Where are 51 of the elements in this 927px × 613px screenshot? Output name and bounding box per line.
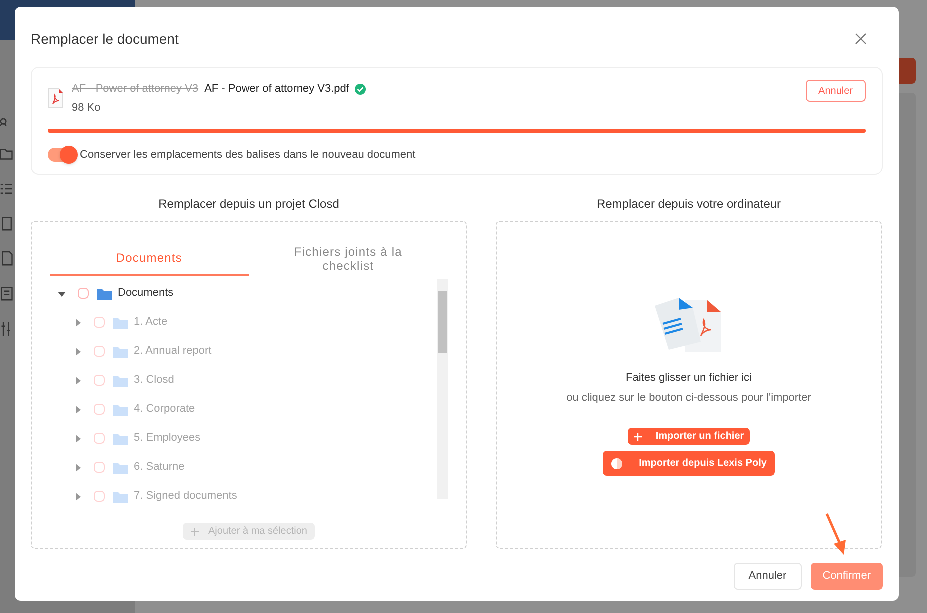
checkbox[interactable]: [94, 375, 105, 386]
checkbox[interactable]: [78, 288, 89, 299]
folder-icon: [113, 404, 128, 416]
section-heading: Remplacer depuis un projet Closd: [158, 196, 340, 213]
folder-name[interactable]: 1. Acte: [134, 314, 168, 331]
sidebar-icon[interactable]: [0, 285, 14, 303]
folder-name[interactable]: 4. Corporate: [134, 401, 196, 418]
toggle-label: Conserver les emplacements des balises dans le nouveau document: [80, 148, 416, 163]
folder-icon: [113, 490, 128, 502]
tab[interactable]: Fichiers joints à la checklist: [248, 242, 448, 276]
folder-name[interactable]: 6. Saturne: [134, 459, 185, 476]
file-size: 98 Ko: [72, 100, 102, 116]
checkbox[interactable]: [94, 491, 105, 502]
folder-name[interactable]: Documents: [118, 285, 174, 302]
cancel-upload-button[interactable]: Annuler: [806, 80, 866, 102]
plus-icon: [190, 528, 199, 536]
checkbox[interactable]: [94, 346, 105, 357]
lexis-import-button[interactable]: Importer depuis Lexis Poly: [603, 451, 775, 476]
caret-icon[interactable]: [58, 290, 66, 298]
new-file-name: AF - Power of attorney V3.pdf: [204, 82, 350, 97]
lexis-logo-icon: [611, 458, 624, 470]
sidebar-icon[interactable]: [0, 250, 14, 268]
drop-title: Faites glisser un fichier ici: [626, 371, 752, 386]
folder-name[interactable]: 3. Closd: [134, 372, 174, 389]
folder-icon: [113, 316, 128, 328]
folder-name[interactable]: 2. Annual report: [134, 343, 212, 360]
cancel-button[interactable]: Annuler: [734, 563, 802, 590]
folder-icon: [113, 374, 128, 386]
tab[interactable]: Documents: [50, 242, 249, 276]
folder-icon: [113, 346, 128, 358]
sidebar-icon[interactable]: [0, 215, 14, 233]
checkbox[interactable]: [94, 404, 105, 415]
checkbox[interactable]: [94, 317, 105, 328]
checkbox[interactable]: [94, 433, 105, 444]
import-file-button[interactable]: Importer un fichier: [628, 428, 750, 445]
folder-icon: [113, 462, 128, 474]
checkbox[interactable]: [94, 462, 105, 473]
section-heading: Remplacer depuis votre ordinateur: [596, 196, 782, 213]
plus-icon: [634, 432, 642, 440]
dialog-title: Remplacer le document: [31, 30, 179, 49]
pdf-file-icon: [48, 88, 64, 109]
drop-hint: ou cliquez sur le bouton ci-dessous pour l'importer: [566, 390, 812, 406]
folder-icon: [113, 432, 128, 444]
scrollbar[interactable]: [437, 279, 448, 499]
folder-name[interactable]: 5. Employees: [134, 430, 201, 447]
close-icon: [855, 33, 867, 45]
old-file-name: AF - Power of attorney V3: [72, 82, 199, 97]
drop-zone[interactable]: Faites glisser un fichier ici ou cliquez sur le bouton ci-dessous pour l'importer Importer un fichier Importer depuis Lexis Poly: [496, 221, 882, 549]
folder-name[interactable]: 7. Signed documents: [134, 488, 238, 505]
folder-icon: [97, 288, 112, 300]
toggle-switch[interactable]: [48, 148, 76, 162]
